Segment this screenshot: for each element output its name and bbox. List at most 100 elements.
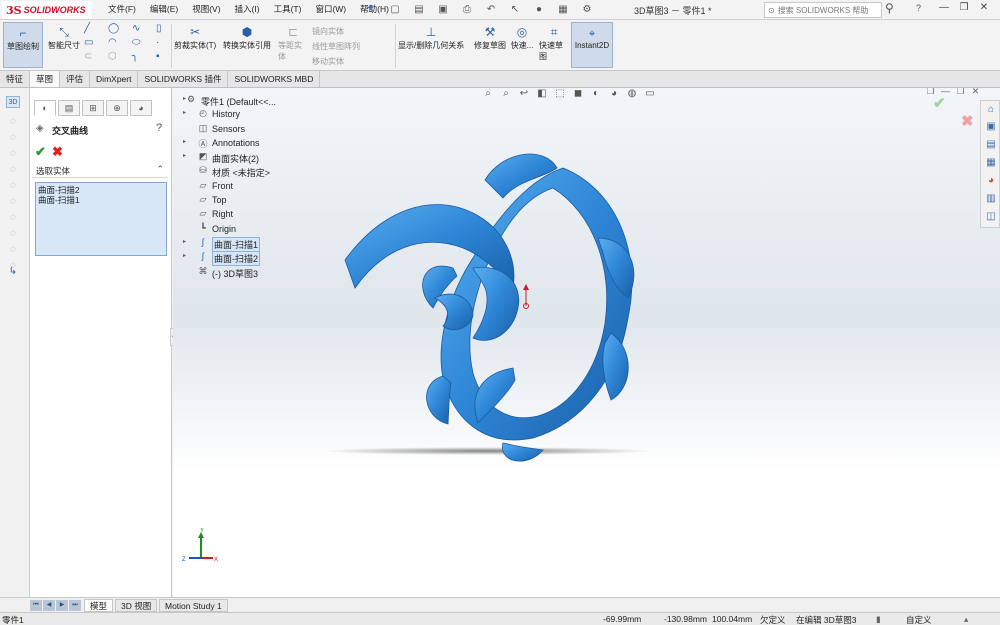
menu-tools[interactable]: 工具(T) (274, 3, 302, 15)
sketch-tool-icon[interactable]: ◌ (6, 132, 20, 144)
offset-entities-button[interactable]: ⊏ 等距实体 (278, 24, 308, 62)
point-icon[interactable]: · (156, 37, 159, 48)
mirror-entities-button[interactable]: 镜向实体 (312, 24, 360, 39)
search-icon[interactable]: ⚲ (885, 1, 894, 15)
linear-pattern-button[interactable]: 线性草图阵列 (312, 39, 360, 54)
text-icon[interactable]: ▯ (156, 23, 162, 34)
list-item[interactable]: 曲面-扫描2 (38, 185, 164, 195)
swept-surface-model[interactable] (173, 88, 1000, 597)
file-explorer-icon[interactable]: ▤ (984, 139, 998, 153)
cancel-x-icon[interactable]: ✖ (52, 144, 63, 160)
pin-icon[interactable]: ✦ (366, 3, 374, 14)
menu-view[interactable]: 视图(V) (192, 3, 220, 15)
display-delete-relations-button[interactable]: ⊥ 显示/删除几何关系 (398, 24, 464, 51)
convert-entities-button[interactable]: ⬢ 转换实体引用 (223, 24, 271, 51)
menu-insert[interactable]: 插入(I) (235, 3, 260, 15)
tab-model[interactable]: 模型 (84, 599, 114, 612)
save-icon[interactable]: ▣ (434, 2, 452, 17)
tab-sketch[interactable]: 草图 (30, 71, 61, 87)
menu-file[interactable]: 文件(F) (108, 3, 136, 15)
previous-tab-icon[interactable]: ◀ (43, 600, 55, 611)
trim-entities-button[interactable]: ✂ 剪裁实体(T) (174, 24, 216, 51)
fillet-icon[interactable]: ╮ (132, 51, 138, 62)
sketch-tool-icon[interactable]: ◌ (6, 148, 20, 160)
units-dropdown-icon[interactable]: ▴ (964, 614, 968, 625)
menu-edit[interactable]: 编辑(E) (150, 3, 178, 15)
spline-icon[interactable]: ∿ (132, 23, 140, 34)
polygon-icon[interactable]: ⬡ (108, 51, 117, 62)
sketch-tool-icon[interactable]: ◌ (6, 196, 20, 208)
list-item[interactable]: 曲面-扫描1 (38, 195, 164, 205)
minimize-icon[interactable]: — (934, 2, 954, 13)
sketch-tool-icon[interactable]: ◌ (6, 116, 20, 128)
line-icon[interactable]: ╱ (84, 23, 90, 34)
feature-manager-tab-icon[interactable]: ◐ (34, 100, 56, 116)
status-units[interactable]: 自定义 (906, 614, 932, 625)
restore-icon[interactable]: ❐ (954, 2, 974, 13)
expand-tools-icon[interactable]: ↳ (6, 266, 20, 278)
home-icon[interactable]: ⌂ (984, 104, 998, 118)
rapid-sketch-button[interactable]: ⌗ 快速草图 (539, 24, 569, 62)
circle-icon[interactable]: ◯ (108, 23, 119, 34)
last-tab-icon[interactable]: ⏭ (69, 600, 81, 611)
help-icon[interactable]: ? (156, 122, 162, 134)
tab-dimxpert[interactable]: DimXpert (90, 71, 139, 87)
selections-section-header[interactable]: 选取实体 ⌃ (32, 164, 168, 178)
dimxpert-manager-tab-icon[interactable]: ⊕ (106, 100, 128, 116)
tab-3d-views[interactable]: 3D 视图 (115, 599, 158, 612)
tab-evaluate[interactable]: 评估 (60, 71, 91, 87)
help-icon[interactable]: ? (916, 3, 921, 13)
next-tab-icon[interactable]: ▶ (56, 600, 68, 611)
custom-properties-icon[interactable]: ▥ (984, 193, 998, 207)
quick-snaps-button[interactable]: ◎ 快速... (508, 24, 536, 51)
first-tab-icon[interactable]: ⏮ (30, 600, 42, 611)
options-gear-icon[interactable]: ⚙ (578, 2, 596, 17)
sketch-tool-icon[interactable]: ◌ (6, 228, 20, 240)
3d-sketch-icon[interactable]: 3D (6, 96, 20, 108)
instant2d-button[interactable]: ⌖ Instant2D (571, 22, 613, 68)
file-properties-icon[interactable]: ▦ (554, 2, 572, 17)
rectangle-icon[interactable]: ▭ (84, 37, 93, 48)
tab-addins[interactable]: SOLIDWORKS 插件 (138, 71, 229, 87)
ok-check-icon[interactable]: ✔ (35, 144, 46, 160)
view-palette-icon[interactable]: ▦ (984, 157, 998, 171)
sketch-tool-icon[interactable]: ◌ (6, 164, 20, 176)
rebuild-status-icon[interactable]: ▮ (876, 614, 881, 625)
slot-icon[interactable]: ⊂ (84, 51, 92, 62)
smart-dimension-button[interactable]: ⤡ 智能尺寸 (46, 24, 82, 51)
close-icon[interactable]: ✕ (974, 2, 994, 13)
selected-entities-list[interactable]: 曲面-扫描2 曲面-扫描1 (35, 182, 167, 256)
tab-motion-study[interactable]: Motion Study 1 (159, 599, 228, 612)
sketch-tool-icon[interactable]: ◌ (6, 180, 20, 192)
new-document-icon[interactable]: ▢ (386, 2, 404, 17)
display-manager-tab-icon[interactable]: ◕ (130, 100, 152, 116)
arc-icon[interactable]: ◠ (108, 37, 117, 48)
tab-features[interactable]: 特征 (0, 71, 31, 87)
property-manager-tab-icon[interactable]: ▤ (58, 100, 80, 116)
ellipse-icon[interactable]: ⬭ (132, 37, 141, 48)
tab-mbd[interactable]: SOLIDWORKS MBD (228, 71, 321, 87)
appearances-icon[interactable]: ◕ (984, 175, 998, 189)
relations-icon: ⊥ (425, 25, 437, 39)
chevron-up-icon[interactable]: ⌃ (156, 164, 164, 175)
move-entities-button[interactable]: 移动实体 (312, 54, 360, 69)
open-folder-icon[interactable]: ▤ (410, 2, 428, 17)
undo-icon[interactable]: ↶ (482, 2, 500, 17)
menu-help[interactable]: 帮助(H) (360, 3, 389, 15)
sketch-tool-icon[interactable]: ◌ (6, 212, 20, 224)
print-icon[interactable]: ⎙ (458, 2, 476, 17)
select-pointer-icon[interactable]: ↖ (506, 2, 524, 17)
repair-sketch-button[interactable]: ⚒ 修复草图 (474, 24, 506, 51)
graphics-area[interactable]: ⌕ ⌕ ↩ ◧ ⬚ ◼ ◐ ◕ ◍ ▭ ❐ — ❐ ✕ ✔ ✖ ▸ ⚙ 零件1 … (173, 88, 1000, 597)
rebuild-icon[interactable]: ● (530, 2, 548, 17)
forum-icon[interactable]: ◫ (984, 211, 998, 225)
plane-icon[interactable]: ▪ (156, 51, 160, 62)
menu-window[interactable]: 窗口(W) (315, 3, 346, 15)
solidworks-logo[interactable]: 3S SOLIDWORKS (2, 1, 92, 19)
sketch-tool-icon[interactable]: ◌ (6, 244, 20, 256)
help-search-input[interactable]: ⊙ 搜索 SOLIDWORKS 帮助 (764, 2, 882, 18)
status-z-coordinate: 100.04mm (712, 614, 753, 624)
sketch-button[interactable]: ⌐ 草图绘制 (3, 22, 43, 68)
configuration-manager-tab-icon[interactable]: ⊞ (82, 100, 104, 116)
design-library-icon[interactable]: ▣ (984, 121, 998, 135)
